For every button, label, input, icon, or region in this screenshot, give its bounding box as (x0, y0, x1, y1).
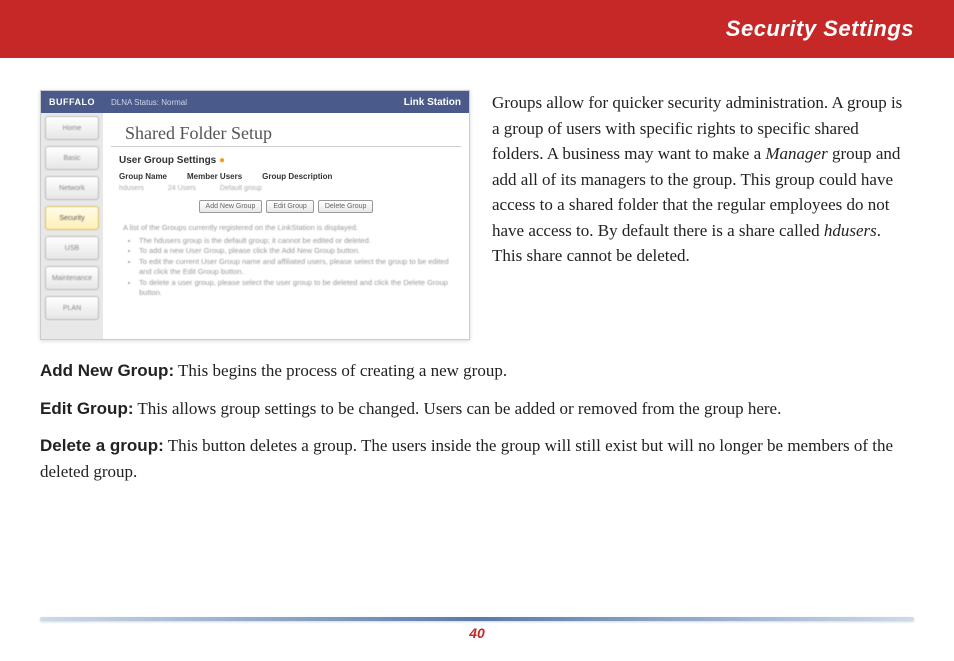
nav-maintenance: Maintenance (45, 266, 99, 290)
help-icon: ● (219, 155, 225, 166)
desc-text: A list of the Groups currently registere… (103, 219, 469, 303)
nav-home: Home (45, 116, 99, 140)
def-delete: Delete a group: This button deletes a gr… (40, 433, 914, 484)
table-header: Group Name Member Users Group Descriptio… (103, 170, 469, 183)
panel-topbar: DLNA Status: Normal Link Station (103, 91, 469, 113)
edit-group-btn: Edit Group (266, 200, 313, 213)
section-title-text: User Group Settings (119, 155, 216, 166)
desc-line: A list of the Groups currently registere… (123, 223, 358, 232)
def-add: Add New Group: This begins the process o… (40, 358, 914, 384)
header-title: Security Settings (726, 16, 914, 42)
intro-hdusers: hdusers (824, 221, 877, 240)
col-desc: Group Description (262, 172, 332, 181)
def-add-label: Add New Group: (40, 361, 174, 380)
bullet-2: To add a new User Group, please click th… (139, 246, 449, 257)
intro-manager: Manager (765, 144, 827, 163)
bullet-3: To edit the current User Group name and … (139, 257, 449, 278)
bullet-1: The hdusers group is the default group; … (139, 236, 449, 247)
def-delete-text: This button deletes a group. The users i… (40, 436, 893, 481)
definitions: Add New Group: This begins the process o… (40, 358, 914, 496)
nav-basic: Basic (45, 146, 99, 170)
cell-desc: Default group (220, 185, 262, 192)
def-delete-label: Delete a group: (40, 436, 164, 455)
add-group-btn: Add New Group (199, 200, 263, 213)
screenshot-sidebar: BUFFALO Home Basic Network Security USB … (41, 91, 103, 339)
cell-groupname: hdusers (119, 185, 144, 192)
delete-group-btn: Delete Group (318, 200, 374, 213)
status-text: DLNA Status: Normal (111, 98, 187, 107)
intro-paragraph: Groups allow for quicker security admini… (492, 90, 914, 269)
brand-logo: BUFFALO (41, 91, 103, 113)
cell-members: 24 Users (168, 185, 196, 192)
nav-network: Network (45, 176, 99, 200)
nav-security: Security (45, 206, 99, 230)
col-members: Member Users (187, 172, 242, 181)
page-content: BUFFALO Home Basic Network Security USB … (0, 58, 954, 496)
header-bar: Security Settings (0, 0, 954, 58)
footer-divider (40, 617, 914, 621)
table-row: hdusers 24 Users Default group (103, 183, 469, 194)
def-edit: Edit Group: This allows group settings t… (40, 396, 914, 422)
embedded-screenshot: BUFFALO Home Basic Network Security USB … (40, 90, 470, 340)
nav-usb: USB (45, 236, 99, 260)
screenshot-main: DLNA Status: Normal Link Station Shared … (103, 91, 469, 339)
def-edit-text: This allows group settings to be changed… (133, 399, 781, 418)
def-add-text: This begins the process of creating a ne… (174, 361, 507, 380)
footer: 40 (40, 617, 914, 641)
nav-plan: PLAN (45, 296, 99, 320)
button-row: Add New Group Edit Group Delete Group (103, 194, 469, 219)
section-title: User Group Settings ● (103, 147, 469, 170)
bullet-4: To delete a user group, please select th… (139, 278, 449, 299)
col-groupname: Group Name (119, 172, 167, 181)
top-area: BUFFALO Home Basic Network Security USB … (40, 90, 914, 340)
page-number: 40 (40, 625, 914, 641)
product-label: Link Station (404, 97, 461, 108)
def-edit-label: Edit Group: (40, 399, 133, 418)
panel-title: Shared Folder Setup (111, 113, 461, 147)
